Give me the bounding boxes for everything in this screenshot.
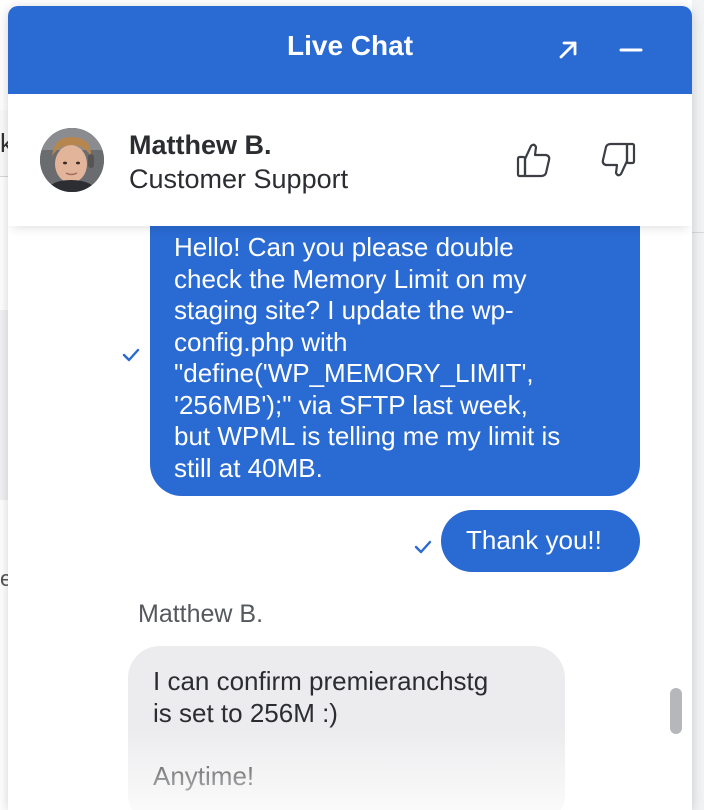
minus-icon bbox=[619, 48, 643, 52]
check-icon bbox=[122, 348, 140, 362]
outgoing-message-bubble: Thank you!! bbox=[441, 510, 640, 572]
message-text: Anytime! bbox=[153, 760, 255, 791]
incoming-message-bubble: I can confirm premieranchstg is set to 2… bbox=[128, 646, 565, 810]
arrow-up-right-icon bbox=[559, 41, 577, 59]
background-divider bbox=[692, 232, 704, 233]
live-chat-widget: Live Chat Matthew B. Customer Support He… bbox=[8, 6, 692, 810]
agent-avatar bbox=[40, 128, 104, 192]
chat-title: Live Chat bbox=[286, 30, 414, 61]
agent-role: Customer Support bbox=[129, 164, 349, 194]
minimize-button[interactable] bbox=[611, 30, 651, 70]
message-sender-name: Matthew B. bbox=[138, 600, 264, 628]
thumbs-down-button[interactable] bbox=[596, 138, 640, 182]
background-edge bbox=[692, 0, 704, 810]
agent-name: Matthew B. bbox=[129, 130, 272, 160]
thumbs-up-icon bbox=[516, 143, 551, 178]
agent-info-bar: Matthew B. Customer Support bbox=[8, 94, 692, 226]
message-list[interactable]: Hello! Can you please double check the M… bbox=[8, 226, 692, 810]
message-text: I can confirm premieranchstg is set to 2… bbox=[153, 666, 489, 728]
thumbs-up-button[interactable] bbox=[512, 138, 556, 182]
outgoing-message-bubble: Hello! Can you please double check the M… bbox=[150, 226, 640, 496]
thumbs-down-icon bbox=[601, 142, 636, 177]
message-text: Hello! Can you please double check the M… bbox=[174, 232, 561, 483]
background-text-fragment: e bbox=[0, 566, 8, 591]
scrollbar-thumb[interactable] bbox=[670, 688, 682, 734]
chat-header: Live Chat bbox=[8, 6, 692, 94]
message-spacer bbox=[153, 729, 541, 761]
check-icon bbox=[414, 540, 432, 554]
expand-button[interactable] bbox=[548, 30, 588, 70]
message-text: Thank you!! bbox=[466, 525, 602, 555]
